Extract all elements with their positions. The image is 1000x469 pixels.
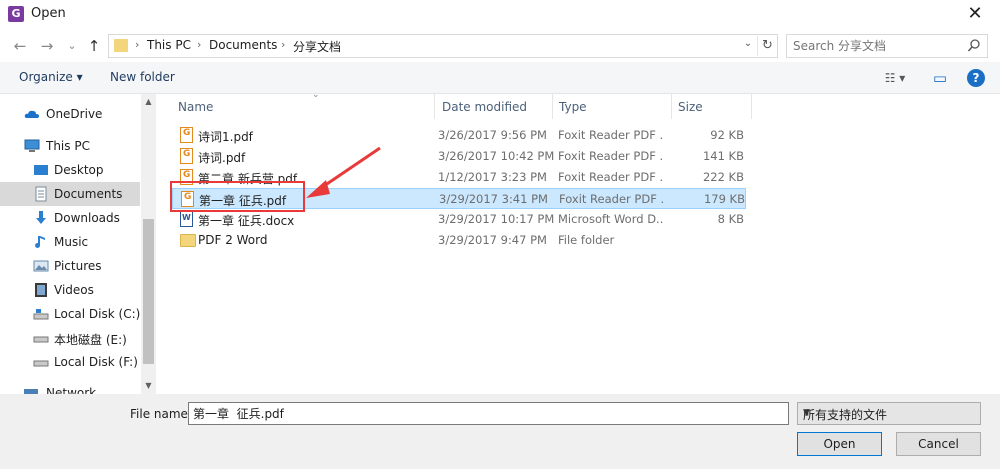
drive-e-icon [33, 336, 49, 343]
open-button[interactable]: Open [797, 432, 882, 456]
pictures-icon [33, 260, 49, 272]
scroll-down-arrow-icon[interactable]: ▼ [141, 381, 156, 390]
new-folder-button[interactable]: New folder [110, 70, 175, 84]
documents-icon [35, 186, 47, 202]
drive-c-icon [33, 309, 49, 320]
highlight-annotation-box [170, 181, 305, 212]
cancel-button[interactable]: Cancel [896, 432, 981, 456]
column-header-type[interactable]: Type [553, 94, 672, 119]
file-list: Name ⌄ Date modified Type Size 诗词1.pdf 3… [156, 90, 1000, 394]
dialog-footer: File name: 所有支持的文件 ▼ Open Cancel [0, 394, 1000, 469]
preview-pane-icon[interactable]: ▭ [930, 68, 950, 88]
organize-button[interactable]: Organize ▾ [19, 70, 83, 84]
nav-item-local-disk-f[interactable]: Local Disk (F:) [0, 350, 140, 374]
file-name-input[interactable] [188, 402, 789, 425]
nav-scrollbar-thumb[interactable] [143, 219, 154, 364]
column-header-date[interactable]: Date modified [436, 94, 553, 119]
file-type-select[interactable]: 所有支持的文件 ▼ [797, 402, 981, 425]
music-icon [35, 236, 45, 248]
folder-icon [180, 234, 196, 247]
command-bar: Organize ▾ New folder ☷ ▾ ▭ ? [0, 62, 1000, 94]
breadcrumb-separator: › [197, 38, 202, 51]
folder-icon [114, 39, 128, 52]
title-bar: G Open ✕ [0, 0, 1000, 30]
word-file-icon [180, 211, 193, 227]
help-icon[interactable]: ? [967, 69, 985, 87]
refresh-icon[interactable]: ↻ [757, 36, 777, 56]
chevron-down-icon: ▼ [803, 408, 810, 418]
file-row[interactable]: 诗词1.pdf 3/26/2017 9:56 PM Foxit Reader P… [172, 125, 746, 146]
up-arrow-icon[interactable]: ↑ [84, 36, 104, 56]
nav-item-videos[interactable]: Videos [0, 278, 140, 302]
pdf-file-icon [180, 127, 193, 143]
computer-icon [24, 139, 40, 152]
forward-arrow-icon[interactable]: → [37, 36, 57, 56]
breadcrumb-this-pc[interactable]: This PC [147, 38, 191, 52]
cloud-icon [24, 110, 39, 118]
recent-locations-icon[interactable]: ⌄ [62, 36, 82, 56]
download-icon [36, 211, 46, 224]
nav-item-this-pc[interactable]: This PC [0, 134, 140, 158]
file-row[interactable]: 第一章 征兵.docx 3/29/2017 10:17 PM Microsoft… [172, 209, 746, 230]
sort-caret-icon: ⌄ [312, 90, 320, 100]
search-box[interactable] [786, 34, 988, 58]
nav-item-music[interactable]: Music [0, 230, 140, 254]
window-title: Open [31, 6, 66, 21]
search-input[interactable] [793, 38, 963, 54]
foxit-icon: G [8, 6, 24, 22]
file-row[interactable]: PDF 2 Word 3/29/2017 9:47 PM File folder [172, 230, 746, 251]
annotation-arrow-icon [306, 146, 381, 198]
drive-f-icon [33, 360, 49, 367]
close-button[interactable]: ✕ [962, 2, 988, 26]
address-dropdown-icon[interactable]: ⌄ [741, 38, 755, 49]
breadcrumb-separator: › [281, 38, 286, 51]
desktop-icon [34, 165, 48, 175]
nav-item-pictures[interactable]: Pictures [0, 254, 140, 278]
nav-item-desktop[interactable]: Desktop [0, 158, 140, 182]
nav-item-local-disk-c[interactable]: Local Disk (C:) [0, 302, 140, 326]
breadcrumb-share-docs[interactable]: 分享文档 [293, 38, 341, 55]
nav-scrollbar[interactable]: ▲ ▼ [141, 94, 156, 394]
address-bar[interactable]: › This PC › Documents › 分享文档 ⌄ ↻ [108, 34, 778, 58]
nav-item-documents[interactable]: Documents [0, 182, 140, 206]
navigation-pane: OneDrive This PC Desktop Documents Downl… [0, 94, 156, 394]
change-view-icon[interactable]: ☷ ▾ [876, 68, 914, 88]
search-icon[interactable] [967, 38, 981, 54]
column-header-size[interactable]: Size [672, 94, 752, 119]
breadcrumb-separator: › [135, 38, 140, 51]
file-row[interactable]: 诗词.pdf 3/26/2017 10:42 PM Foxit Reader P… [172, 146, 746, 167]
breadcrumb-documents[interactable]: Documents [209, 38, 277, 52]
nav-item-local-disk-e[interactable]: 本地磁盘 (E:) [0, 326, 140, 350]
videos-icon [35, 283, 47, 297]
address-row: ← → ⌄ ↑ › This PC › Documents › 分享文档 ⌄ ↻ [0, 30, 1000, 62]
back-arrow-icon[interactable]: ← [10, 36, 30, 56]
pdf-file-icon [180, 148, 193, 164]
nav-item-onedrive[interactable]: OneDrive [0, 102, 140, 126]
nav-item-downloads[interactable]: Downloads [0, 206, 140, 230]
file-name-label: File name: [130, 407, 192, 421]
column-header-name[interactable]: Name ⌄ [172, 90, 435, 119]
scroll-up-arrow-icon[interactable]: ▲ [141, 97, 156, 106]
